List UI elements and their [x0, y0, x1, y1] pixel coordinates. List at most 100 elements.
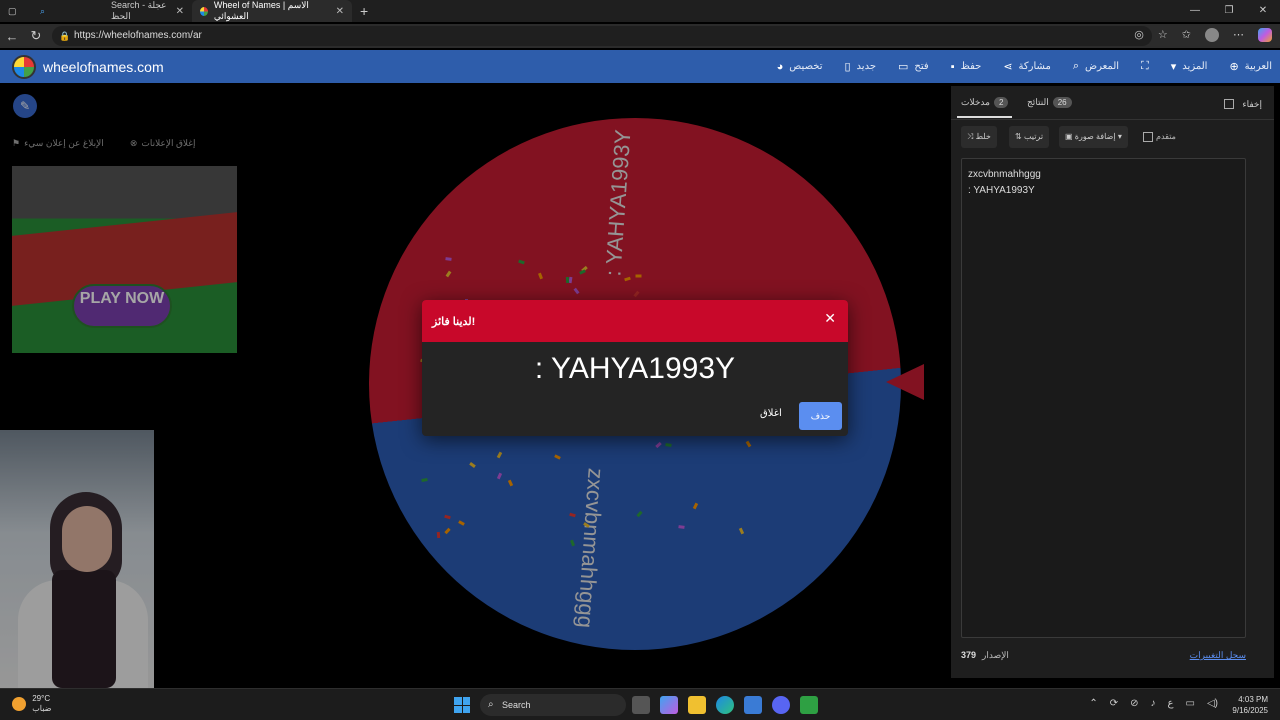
shuffle-icon: ⤨: [967, 132, 974, 141]
taskbar-search-label: Search: [502, 700, 531, 710]
edge-icon[interactable]: [716, 696, 734, 714]
more-icon[interactable]: ⋯: [1233, 28, 1244, 42]
menu-new[interactable]: ▯ جديد: [844, 60, 876, 73]
version-number: 379: [961, 650, 977, 660]
tab-label: Wheel of Names | الاسم العشوائي: [213, 0, 309, 21]
discord-icon[interactable]: [772, 696, 790, 714]
menu-open[interactable]: ▭ فتح: [898, 60, 929, 73]
app-icon[interactable]: [800, 696, 818, 714]
copilot-icon[interactable]: [1258, 28, 1272, 42]
winner-dialog-header: لدينا فائز! ✕: [422, 300, 848, 342]
taskbar: 29°C ضباب ⌕ Search ⌃ ⟳ ⊘ ♪ ع ▭ ◁) 4:03 P…: [0, 688, 1280, 720]
close-icon[interactable]: ✕: [824, 310, 836, 327]
menu-language[interactable]: ⊕ العربية: [1229, 60, 1272, 73]
menu-share[interactable]: ⋖ مشاركة: [1003, 60, 1051, 73]
remove-button[interactable]: حذف: [799, 402, 842, 430]
menu-label: مشاركة: [1018, 61, 1051, 72]
windows-start-icon[interactable]: [454, 697, 470, 713]
tab-actions-icon[interactable]: ▢: [0, 0, 24, 22]
browser-tab-search[interactable]: ⌕ Search - عجلة الحظ ✕: [32, 0, 192, 22]
menu-fullscreen[interactable]: ⛶: [1141, 60, 1149, 73]
close-window-icon[interactable]: ✕: [1246, 0, 1280, 22]
sync-icon[interactable]: ⟳: [1110, 698, 1118, 709]
language-icon[interactable]: ع: [1168, 698, 1174, 709]
weather-icon: [12, 697, 26, 711]
restore-icon[interactable]: ❐: [1212, 0, 1246, 22]
entries-textarea[interactable]: zxcvbnmahhggg : YAHYA1993Y: [961, 158, 1246, 638]
chevron-down-icon: ▾: [1117, 132, 1122, 141]
network-off-icon[interactable]: ⊘: [1130, 698, 1138, 709]
sort-button[interactable]: ⇅ ترتيب: [1009, 126, 1050, 148]
volume-icon[interactable]: ◁): [1207, 698, 1218, 709]
reader-icon[interactable]: ◎: [1134, 28, 1144, 42]
menu-label: حفظ: [960, 61, 982, 72]
panel-tabs: مدخلات 2 النتائج 26 إخفاء: [951, 86, 1274, 120]
lock-icon: 🔒: [59, 31, 71, 41]
menu-customize[interactable]: ◕ تخصيص: [777, 61, 823, 73]
edit-pencil-button[interactable]: ✎: [13, 94, 37, 118]
close-tab-icon[interactable]: ✕: [336, 6, 344, 17]
webcam-scarf: [52, 570, 116, 688]
image-icon: ▣: [1065, 132, 1073, 141]
wheel-favicon-icon: [200, 6, 208, 16]
report-ad-link[interactable]: ⚑ الإبلاغ عن إعلان سيء: [12, 138, 104, 149]
close-circle-icon: ⊗: [129, 138, 138, 148]
winner-dialog-title: لدينا فائز!: [432, 315, 476, 328]
close-tab-icon[interactable]: ✕: [176, 6, 184, 17]
menu-label: جديد: [856, 61, 877, 72]
taskbar-search[interactable]: ⌕ Search: [480, 694, 626, 716]
pencil-icon: ✎: [19, 99, 31, 113]
store-icon[interactable]: [744, 696, 762, 714]
chevron-up-icon[interactable]: ⌃: [1089, 698, 1097, 709]
profile-avatar-icon[interactable]: [1205, 28, 1219, 42]
weather-widget[interactable]: 29°C ضباب: [12, 694, 51, 714]
tab-entries[interactable]: مدخلات 2: [956, 97, 1013, 118]
back-icon[interactable]: ←: [0, 29, 24, 44]
refresh-icon[interactable]: ↻: [24, 28, 48, 44]
display-icon[interactable]: ▭: [1186, 698, 1195, 709]
shuffle-button[interactable]: ⤨ خلط: [961, 126, 997, 148]
wheel-pointer: [886, 364, 924, 400]
browser-toolbar-icons: ◎ ☆ ✩ ⋯: [1134, 28, 1272, 42]
brand[interactable]: wheelofnames.com: [12, 55, 164, 79]
entries-count-badge: 2: [993, 97, 1009, 108]
menu-save[interactable]: ▪ حفظ: [951, 61, 982, 73]
wheel-logo-icon: [12, 55, 36, 79]
favorites-icon[interactable]: ✩: [1182, 28, 1191, 42]
add-image-button[interactable]: ▣ إضافة صورة ▾: [1059, 126, 1128, 148]
task-view-icon[interactable]: [632, 696, 650, 714]
new-tab-icon[interactable]: +: [352, 0, 376, 22]
favorite-star-icon[interactable]: ☆: [1158, 28, 1168, 42]
app-menu: ◕ تخصيص ▯ جديد ▭ فتح ▪ حفظ ⋖ مشاركة ⌕ المعرض ⛶…: [777, 50, 1272, 83]
minimize-icon[interactable]: —: [1178, 0, 1212, 22]
menu-gallery[interactable]: ⌕ المعرض: [1073, 60, 1119, 73]
menu-more[interactable]: ▾ المزيد: [1171, 60, 1208, 73]
changelog-link[interactable]: سجل التغييرات: [1190, 650, 1246, 661]
microphone-icon[interactable]: ♪: [1151, 698, 1156, 709]
close-button[interactable]: اغلاق: [760, 408, 782, 419]
weather-condition: ضباب: [32, 704, 52, 713]
browser-tab-strip: ▢ ⌕ Search - عجلة الحظ ✕ Wheel of Names …: [0, 0, 1280, 22]
menu-label: العربية: [1244, 61, 1272, 72]
sort-icon: ⇅: [1015, 132, 1022, 141]
folder-icon: ▭: [898, 61, 909, 73]
copilot-icon[interactable]: [660, 696, 678, 714]
browser-tab-wheel[interactable]: Wheel of Names | الاسم العشوائي ✕: [192, 0, 352, 22]
fullscreen-icon: ⛶: [1141, 60, 1149, 72]
clock-date: 9/16/2025: [1232, 706, 1268, 715]
winner-dialog-actions: اغلاق حذف: [422, 402, 848, 432]
url-field[interactable]: 🔒 https://wheelofnames.com/ar: [52, 26, 1152, 46]
hide-checkbox[interactable]: [1224, 99, 1234, 109]
temperature: 29°C: [32, 694, 51, 703]
tab-results[interactable]: النتائج 26: [1027, 97, 1072, 108]
webcam-overlay: [0, 430, 154, 688]
address-bar-row: ← ↻ 🔒 https://wheelofnames.com/ar ◎ ☆ ✩ …: [0, 24, 1280, 48]
clock[interactable]: 4:03 PM 9/16/2025: [1232, 694, 1268, 716]
file-explorer-icon[interactable]: [688, 696, 706, 714]
version-label: الإصدار: [982, 650, 1009, 660]
close-ads-link[interactable]: ⊗ إغلاق الإعلانات: [130, 138, 196, 149]
advanced-checkbox[interactable]: [1143, 132, 1153, 142]
save-icon: ▪: [950, 60, 955, 73]
advertisement-image[interactable]: PLAY NOW: [12, 166, 237, 353]
flag-icon: ⚑: [12, 138, 21, 148]
